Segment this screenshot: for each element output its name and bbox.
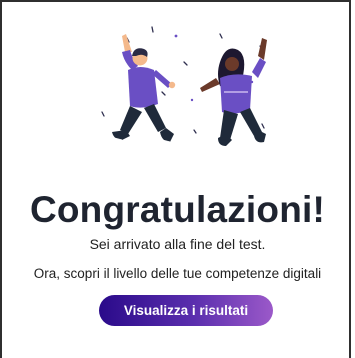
celebration-illustration-icon (101, 26, 267, 146)
woman-jumping-icon (200, 38, 267, 146)
view-results-button[interactable]: Visualizza i risultati (99, 295, 273, 326)
next-step-message: Ora, scopri il livello delle tue compete… (33, 266, 322, 281)
result-card: Congratulazioni! Sei arrivato alla fine … (0, 0, 351, 358)
page-title: Congratulazioni! (29, 189, 326, 230)
completion-message: Sei arrivato alla fine del test. (89, 236, 266, 252)
man-jumping-icon (112, 34, 176, 143)
